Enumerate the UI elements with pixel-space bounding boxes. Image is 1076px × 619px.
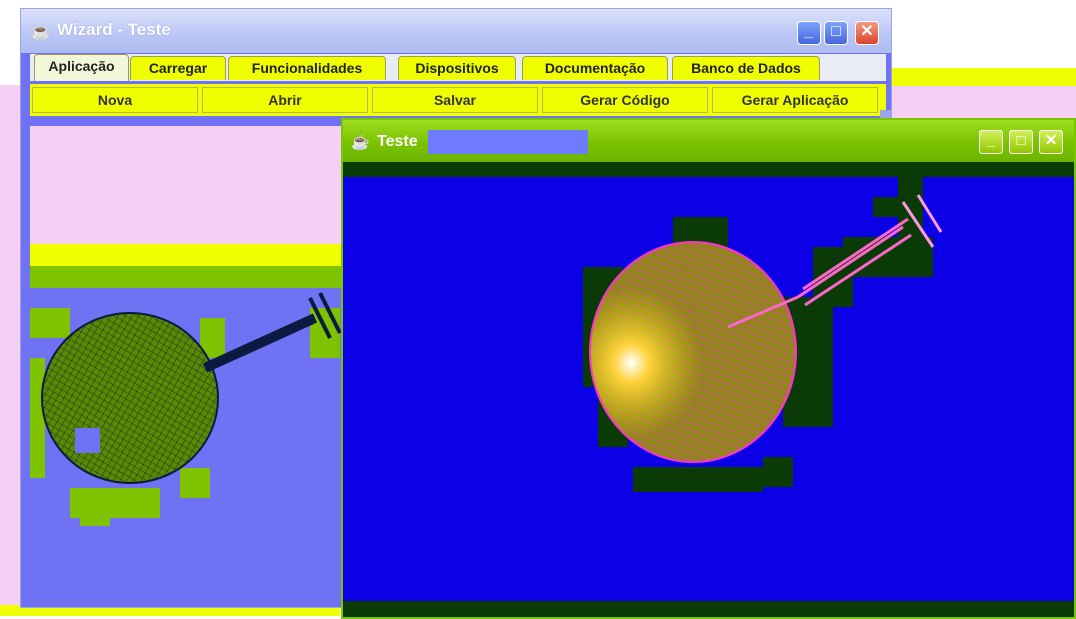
tab-label: Aplicação	[48, 58, 115, 74]
tab-aplicacao[interactable]: Aplicação	[34, 54, 129, 81]
close-button[interactable]: ✕	[1039, 130, 1063, 154]
tab-label: Carregar	[148, 60, 208, 76]
wizard-title: Wizard - Teste	[57, 20, 171, 39]
maximize-button[interactable]: □	[824, 21, 848, 45]
tab-banco-de-dados[interactable]: Banco de Dados	[672, 56, 820, 80]
button-label: Abrir	[268, 92, 302, 108]
close-icon: ✕	[860, 23, 874, 40]
background-pink-left-strip	[0, 85, 20, 605]
abrir-button[interactable]: Abrir	[202, 87, 368, 113]
button-label: Gerar Código	[580, 92, 670, 108]
tab-bar: Aplicação Carregar Funcionalidades Dispo…	[30, 54, 886, 81]
teste-titlebar[interactable]: ☕ Teste _ □ ✕	[343, 120, 1074, 162]
nova-button[interactable]: Nova	[32, 87, 198, 113]
tab-label: Dispositivos	[415, 60, 499, 76]
java-coffee-cup-icon: ☕	[351, 134, 370, 151]
minimize-icon: _	[986, 132, 996, 149]
maximize-icon: □	[1016, 132, 1026, 149]
3d-viewport	[583, 177, 943, 492]
minimize-icon: _	[804, 23, 814, 40]
button-label: Gerar Aplicação	[741, 92, 849, 108]
teste-title: Teste	[377, 133, 418, 150]
tab-label: Documentação	[544, 60, 646, 76]
close-icon: ✕	[1044, 132, 1058, 149]
close-button[interactable]: ✕	[855, 21, 879, 45]
minimize-button[interactable]: _	[979, 130, 1003, 154]
tab-label: Funcionalidades	[251, 60, 363, 76]
gerar-codigo-button[interactable]: Gerar Código	[542, 87, 708, 113]
button-label: Salvar	[433, 92, 477, 108]
background-yellow-band-top	[892, 68, 1076, 86]
gerar-aplicacao-button[interactable]: Gerar Aplicação	[712, 87, 878, 113]
action-toolbar: Nova Abrir Salvar Gerar Código Gerar Apl…	[30, 84, 886, 116]
maximize-button[interactable]: □	[1009, 130, 1033, 154]
maximize-icon: □	[831, 23, 841, 40]
viewport-top-strip	[343, 162, 1074, 177]
tab-dispositivos[interactable]: Dispositivos	[398, 56, 516, 80]
tab-documentacao[interactable]: Documentação	[522, 56, 668, 80]
java-coffee-cup-icon: ☕	[31, 24, 51, 41]
minimize-button[interactable]: _	[797, 21, 821, 45]
teste-window: ☕ Teste _ □ ✕	[341, 118, 1076, 619]
tab-label: Banco de Dados	[691, 60, 801, 76]
salvar-button[interactable]: Salvar	[372, 87, 538, 113]
button-label: Nova	[97, 92, 133, 108]
tab-carregar[interactable]: Carregar	[130, 56, 226, 80]
viewport-bottom-strip	[343, 601, 1074, 617]
wizard-titlebar[interactable]: ☕ Wizard - Teste _ □ ✕	[21, 9, 891, 53]
wizard-3d-preview	[30, 292, 342, 526]
title-highlight	[428, 130, 588, 154]
tab-funcionalidades[interactable]: Funcionalidades	[228, 56, 386, 80]
